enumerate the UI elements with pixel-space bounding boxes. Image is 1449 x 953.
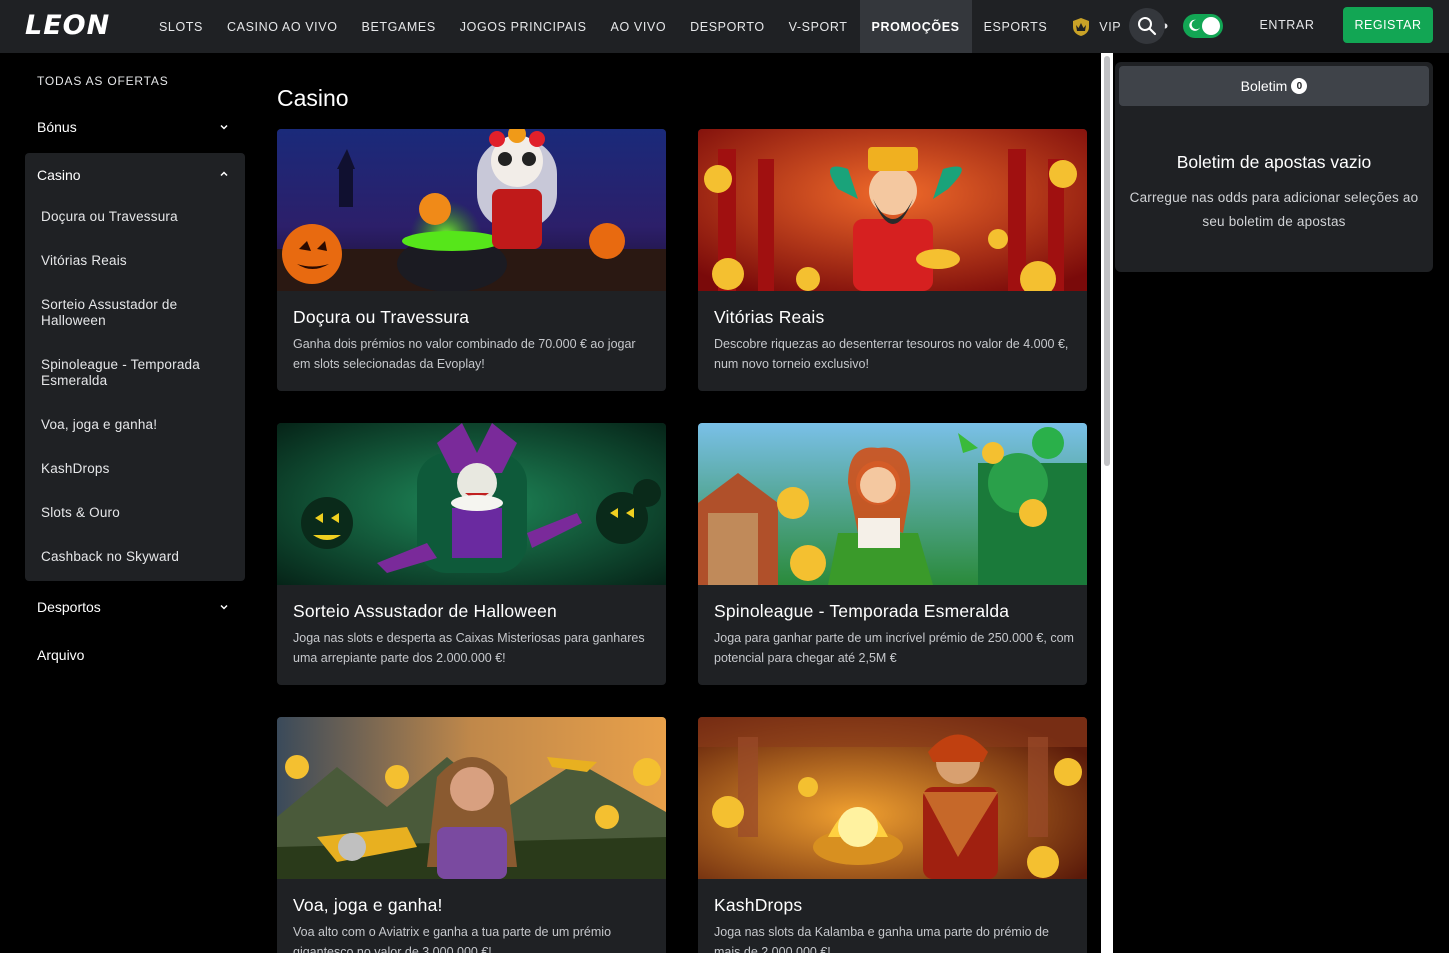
sidebar-item-vitorias[interactable]: Vitórias Reais	[41, 253, 231, 269]
promo-card-desc: Descobre riquezas ao desenterrar tesouro…	[714, 337, 1069, 371]
moon-icon	[1189, 19, 1201, 31]
betslip-empty-text: Carregue nas odds para adicionar seleçõe…	[1129, 190, 1419, 229]
sidebar-item-slots-ouro[interactable]: Slots & Ouro	[41, 505, 231, 521]
promo-card-title: Vitórias Reais	[714, 307, 825, 327]
betslip-tab[interactable]: Boletim 0	[1119, 66, 1429, 106]
promotions-main: Casino Doçura ou Travessura Ganha dois p…	[265, 53, 1101, 953]
sidebar-item-cashback[interactable]: Cashback no Skyward	[41, 549, 231, 565]
chevron-up-icon[interactable]	[219, 169, 229, 179]
promo-card-title: Sorteio Assustador de Halloween	[293, 601, 557, 621]
search-button[interactable]	[1129, 8, 1165, 44]
scrollbar-thumb[interactable]	[1104, 56, 1110, 466]
promo-card-sorteio[interactable]: Sorteio Assustador de Halloween Joga nas…	[277, 423, 666, 685]
nav-top-games[interactable]: JOGOS PRINCIPAIS	[448, 0, 599, 53]
nav-sports[interactable]: DESPORTO	[678, 0, 777, 53]
sidebar-casino-group: Casino Doçura ou Travessura Vitórias Rea…	[25, 153, 245, 581]
nav-vip-label: VIP	[1099, 19, 1122, 34]
nav-vip[interactable]: VIP	[1059, 0, 1133, 53]
sidebar-sports-label: Desportos	[37, 599, 101, 615]
sidebar-item-docura[interactable]: Doçura ou Travessura	[41, 209, 231, 225]
page-title: Casino	[277, 85, 349, 111]
promo-card-desc: Joga para ganhar parte de um incrível pr…	[714, 631, 1074, 665]
theme-toggle[interactable]	[1183, 14, 1223, 38]
nav-esports[interactable]: ESPORTS	[972, 0, 1060, 53]
promotions-sidebar: TODAS AS OFERTAS Bónus Casino Doçura ou …	[0, 53, 265, 953]
sidebar-casino[interactable]: Casino	[37, 167, 81, 183]
leon-logo[interactable]: LEON	[25, 10, 110, 41]
promo-image-golden-emperor	[698, 129, 1087, 291]
sidebar-item-voa[interactable]: Voa, joga e ganha!	[41, 417, 231, 433]
promo-card-desc: Ganha dois prémios no valor combinado de…	[293, 337, 636, 371]
nav-live[interactable]: AO VIVO	[599, 0, 679, 53]
nav-promotions[interactable]: PROMOÇÕES	[859, 0, 972, 53]
sidebar-all-offers[interactable]: TODAS AS OFERTAS	[37, 74, 169, 88]
betslip-panel: Boletim 0 Boletim de apostas vazio Carre…	[1115, 62, 1433, 272]
nav-betgames[interactable]: BETGAMES	[350, 0, 448, 53]
sidebar-sports[interactable]: Desportos	[25, 583, 245, 631]
sidebar-item-sorteio[interactable]: Sorteio Assustador de Halloween	[41, 297, 231, 329]
promo-card-vitorias[interactable]: Vitórias Reais Descobre riquezas ao dese…	[698, 129, 1087, 391]
main-nav: SLOTS CASINO AO VIVO BETGAMES JOGOS PRIN…	[147, 0, 1183, 53]
toggle-knob	[1202, 17, 1220, 35]
promo-card-desc: Joga nas slots da Kalamba e ganha uma pa…	[714, 925, 1049, 953]
promo-image-aviatrix	[277, 717, 666, 879]
chevron-down-icon	[220, 604, 228, 610]
sidebar-archive[interactable]: Arquivo	[25, 631, 245, 679]
promo-card-title: Spinoleague - Temporada Esmeralda	[714, 601, 1010, 621]
chevron-down-icon	[220, 124, 228, 130]
search-icon	[1138, 17, 1157, 36]
vip-crown-icon	[1073, 17, 1090, 36]
promo-image-emerald-lady	[698, 423, 1087, 585]
promo-card-desc: Voa alto com o Aviatrix e ganha a tua pa…	[293, 925, 612, 953]
promo-card-title: Doçura ou Travessura	[293, 307, 470, 327]
sidebar-bonus-label: Bónus	[37, 119, 77, 135]
promo-image-halloween-witch	[277, 129, 666, 291]
register-button[interactable]: REGISTAR	[1343, 7, 1433, 43]
sidebar-item-kashdrops[interactable]: KashDrops	[41, 461, 231, 477]
promo-card-docura[interactable]: Doçura ou Travessura Ganha dois prémios …	[277, 129, 666, 391]
promo-card-desc: Joga nas slots e desperta as Caixas Mist…	[293, 631, 645, 665]
betslip-tab-label: Boletim	[1240, 78, 1288, 94]
sidebar-bonus[interactable]: Bónus	[25, 103, 245, 151]
promo-card-kashdrops[interactable]: KashDrops Joga nas slots da Kalamba e ga…	[698, 717, 1087, 953]
nav-live-casino[interactable]: CASINO AO VIVO	[215, 0, 350, 53]
betslip-empty-title: Boletim de apostas vazio	[1176, 152, 1372, 172]
sidebar-item-spinoleague[interactable]: Spinoleague - Temporada Esmeralda	[41, 357, 231, 389]
promo-image-halloween-jester	[277, 423, 666, 585]
nav-vsport[interactable]: V-SPORT	[777, 0, 860, 53]
login-button[interactable]: ENTRAR	[1249, 7, 1325, 43]
promo-image-gladiator	[698, 717, 1087, 879]
nav-slots[interactable]: SLOTS	[147, 0, 215, 53]
promo-card-title: Voa, joga e ganha!	[293, 895, 443, 915]
promo-card-title: KashDrops	[714, 895, 803, 915]
betslip-count-badge: 0	[1291, 78, 1308, 94]
promo-card-spinoleague[interactable]: Spinoleague - Temporada Esmeralda Joga p…	[698, 423, 1087, 685]
promo-card-voa[interactable]: Voa, joga e ganha! Voa alto com o Aviatr…	[277, 717, 666, 953]
top-header: LEON SLOTS CASINO AO VIVO BETGAMES JOGOS…	[0, 0, 1449, 53]
